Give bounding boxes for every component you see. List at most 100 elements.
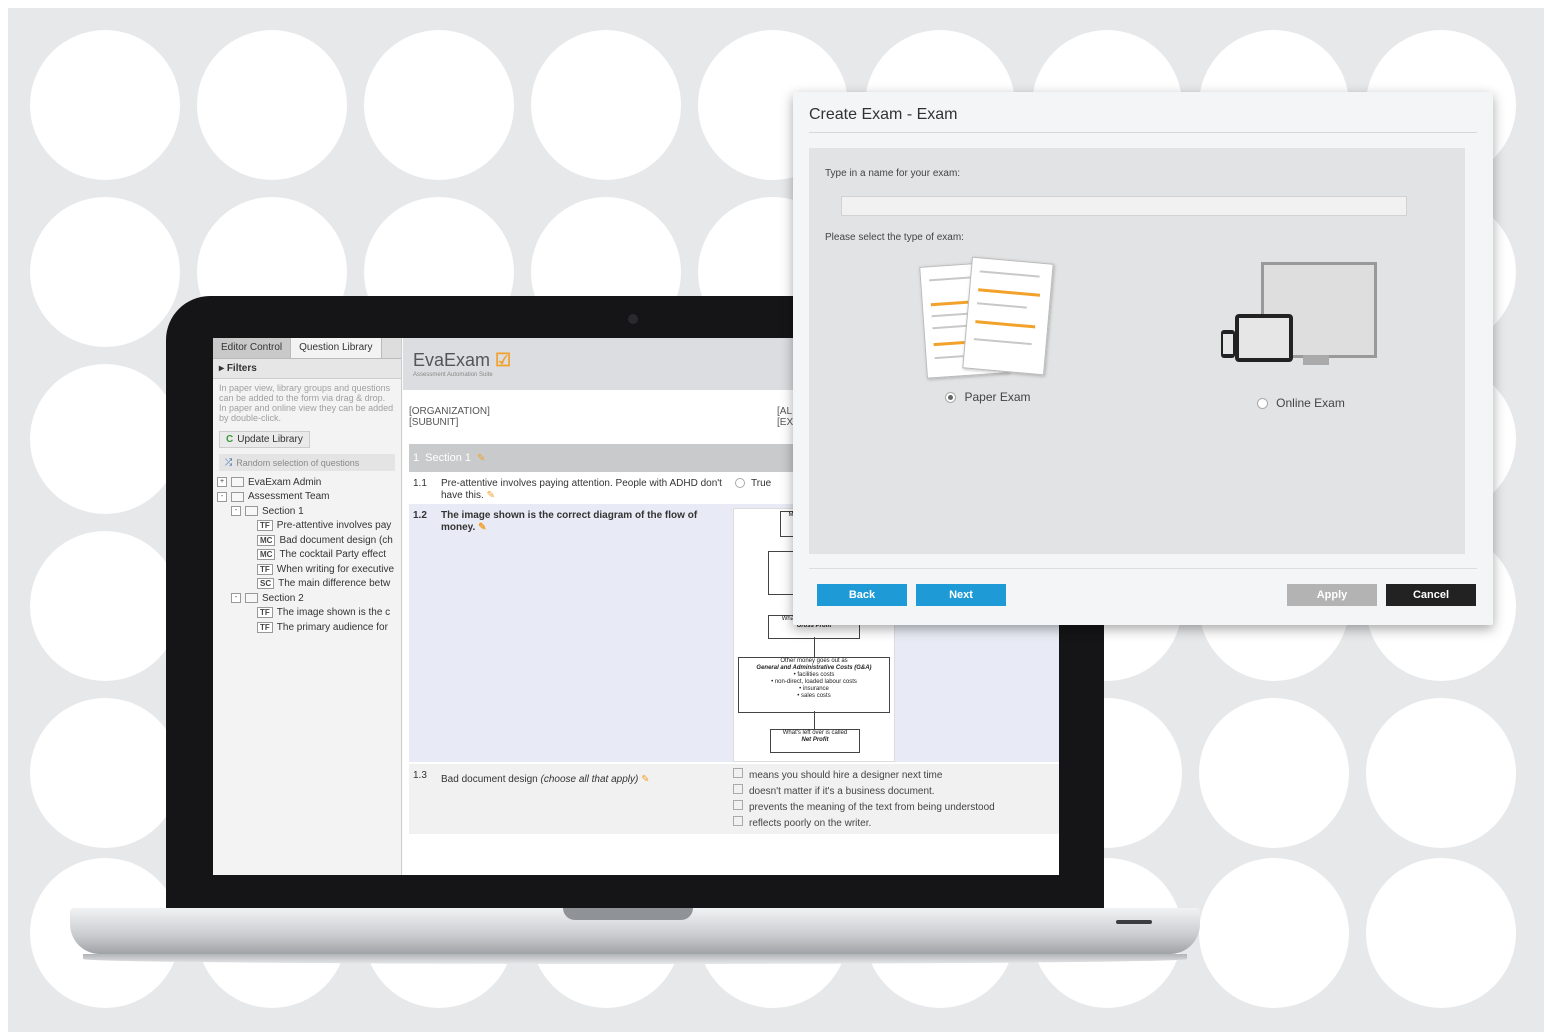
- checkbox-icon[interactable]: [733, 784, 743, 794]
- diagram-connector: [814, 711, 815, 729]
- checkbox-icon[interactable]: [733, 816, 743, 826]
- paper-exam-label: Paper Exam: [964, 390, 1031, 404]
- tree-item-label: When writing for executive: [276, 563, 395, 575]
- create-exam-dialog: Create Exam - Exam Type in a name for yo…: [793, 92, 1493, 625]
- exam-name-input[interactable]: [841, 196, 1407, 216]
- tree-item[interactable]: TF The primary audience for: [217, 620, 397, 635]
- diagram-text: Other money goes out as: [780, 658, 848, 664]
- refresh-icon: C: [226, 434, 234, 445]
- online-exam-radio[interactable]: [1257, 397, 1269, 409]
- background-dot: [30, 364, 180, 514]
- checkbox-option[interactable]: doesn't matter if it's a business docume…: [733, 784, 995, 800]
- tablet-icon: [1235, 314, 1293, 362]
- question-number: 1.3: [413, 770, 427, 781]
- next-button[interactable]: Next: [916, 584, 1006, 606]
- update-library-button[interactable]: C Update Library: [219, 431, 310, 448]
- question-type-badge: SC: [257, 578, 275, 590]
- help-text: In paper view, library groups and questi…: [219, 383, 394, 423]
- online-exam-option[interactable]: Online Exam: [1221, 262, 1381, 410]
- library-tree: + EvaExam Admin - Assessment Team - Section 1…: [213, 473, 401, 637]
- phone-icon: [1221, 330, 1235, 358]
- folder-icon: [245, 593, 258, 604]
- collapse-icon[interactable]: -: [217, 491, 227, 502]
- cancel-button[interactable]: Cancel: [1386, 584, 1476, 606]
- edit-icon[interactable]: ✎: [641, 774, 649, 785]
- checkbox-icon[interactable]: [733, 768, 743, 778]
- paper-exam-illustration: [919, 256, 1054, 384]
- background-dot: [1199, 858, 1349, 1008]
- tree-item[interactable]: MC Bad document design (ch: [217, 533, 397, 548]
- tree-item-label: EvaExam Admin: [248, 476, 322, 488]
- logo-subtitle: Assessment Automation Suite: [413, 372, 493, 378]
- collapse-icon[interactable]: -: [231, 506, 241, 517]
- org-block: [ORGANIZATION] [SUBUNIT]: [409, 406, 490, 428]
- folder-icon: [231, 477, 244, 488]
- checkbox-label: reflects poorly on the writer.: [749, 818, 872, 829]
- logo-text: EvaExam: [413, 350, 491, 370]
- tree-item[interactable]: TF When writing for executive: [217, 562, 397, 577]
- paper-sheet-icon: [962, 256, 1054, 376]
- tree-item[interactable]: - Section 2: [217, 591, 397, 606]
- background-dot: [30, 30, 180, 180]
- monitor-stand-icon: [1303, 355, 1329, 365]
- tree-item[interactable]: - Assessment Team: [217, 490, 397, 505]
- tree-item[interactable]: SC The main difference betw: [217, 577, 397, 592]
- checkmark-icon: ☑: [495, 350, 512, 370]
- subunit-line: [SUBUNIT]: [409, 417, 459, 428]
- tree-item-label: The main difference betw: [278, 578, 391, 590]
- diagram-text: General and Administrative Costs (G&A): [756, 665, 872, 671]
- answer-option[interactable]: True: [735, 478, 771, 489]
- filters-toggle[interactable]: ▸ Filters: [213, 359, 401, 379]
- tree-item[interactable]: TF The image shown is the c: [217, 606, 397, 621]
- collapse-icon[interactable]: -: [231, 593, 241, 604]
- edit-icon[interactable]: ✎: [478, 522, 486, 533]
- tree-item[interactable]: MC The cocktail Party effect: [217, 548, 397, 563]
- question-text: Pre-attentive involves paying attention.…: [441, 478, 731, 502]
- diagram-text: • insurance: [799, 686, 829, 692]
- diagram-text: • non-direct, loaded labour costs: [771, 679, 857, 685]
- random-selection-button[interactable]: ⤮ Random selection of questions: [219, 454, 395, 471]
- answer-label: True: [751, 478, 772, 489]
- background-dot: [531, 30, 681, 180]
- back-button[interactable]: Back: [817, 584, 907, 606]
- tree-item-label: Pre-attentive involves pay: [276, 520, 392, 532]
- background-dot: [30, 531, 180, 681]
- expand-icon[interactable]: +: [217, 477, 227, 488]
- org-right-block: [AL [EX: [777, 406, 793, 428]
- checkbox-option[interactable]: means you should hire a designer next ti…: [733, 768, 995, 784]
- checkbox-option[interactable]: reflects poorly on the writer.: [733, 816, 995, 832]
- folder-icon: [245, 506, 258, 517]
- checkbox-icon[interactable]: [733, 800, 743, 810]
- tree-item-label: Assessment Team: [248, 491, 330, 503]
- paper-exam-radio[interactable]: [945, 391, 957, 403]
- org-line: [ORGANIZATION]: [409, 406, 490, 417]
- diagram-box-net: What's left over is called Net Profit: [770, 729, 860, 753]
- edit-icon[interactable]: ✎: [477, 453, 485, 464]
- tab-editor-control[interactable]: Editor Control: [213, 338, 292, 358]
- section-title: Section 1: [425, 452, 471, 464]
- paper-exam-option[interactable]: Paper Exam: [919, 256, 1054, 404]
- edit-icon[interactable]: ✎: [487, 490, 495, 501]
- tree-item-label: The cocktail Party effect: [279, 549, 386, 561]
- laptop-shadow: [83, 954, 1187, 964]
- background-dot: [197, 30, 347, 180]
- title-divider: [809, 132, 1477, 133]
- apply-button[interactable]: Apply: [1287, 584, 1377, 606]
- online-exam-radio-row[interactable]: Online Exam: [1257, 396, 1345, 410]
- checkbox-label: doesn't matter if it's a business docume…: [749, 786, 935, 797]
- background-dot: [30, 698, 180, 848]
- tree-item[interactable]: TF Pre-attentive involves pay: [217, 519, 397, 534]
- tree-item[interactable]: + EvaExam Admin: [217, 475, 397, 490]
- question-type-badge: TF: [257, 563, 273, 575]
- diagram-text: • facilities costs: [793, 672, 835, 678]
- background-stage: Editor Control Question Library ▸ Filter…: [8, 8, 1544, 1032]
- tab-question-library[interactable]: Question Library: [291, 338, 382, 358]
- checkbox-option[interactable]: prevents the meaning of the text from be…: [733, 800, 995, 816]
- paper-exam-radio-row[interactable]: Paper Exam: [945, 390, 1031, 404]
- shuffle-icon: ⤮: [225, 457, 233, 467]
- org-right-line2: [EX: [777, 417, 794, 428]
- question-hint: (choose all that apply): [540, 774, 639, 785]
- radio-icon[interactable]: [735, 478, 745, 488]
- tree-item-label: Bad document design (ch: [279, 534, 393, 546]
- tree-item[interactable]: - Section 1: [217, 504, 397, 519]
